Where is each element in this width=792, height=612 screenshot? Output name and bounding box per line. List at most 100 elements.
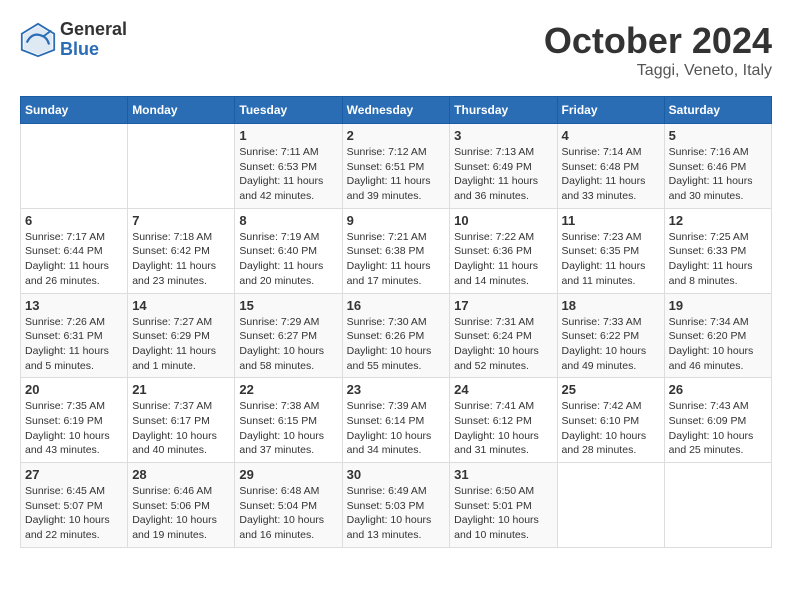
day-number: 6 <box>25 213 123 228</box>
day-number: 31 <box>454 467 552 482</box>
day-info: Sunrise: 7:42 AMSunset: 6:10 PMDaylight:… <box>562 399 660 458</box>
day-info: Sunrise: 7:38 AMSunset: 6:15 PMDaylight:… <box>239 399 337 458</box>
day-number: 26 <box>669 382 767 397</box>
day-number: 5 <box>669 128 767 143</box>
day-number: 7 <box>132 213 230 228</box>
day-number: 21 <box>132 382 230 397</box>
calendar-cell: 13 Sunrise: 7:26 AMSunset: 6:31 PMDayligh… <box>21 293 128 378</box>
calendar-cell: 19 Sunrise: 7:34 AMSunset: 6:20 PMDayligh… <box>664 293 771 378</box>
calendar-cell <box>557 463 664 548</box>
logo-general: General <box>60 20 127 40</box>
day-info: Sunrise: 7:29 AMSunset: 6:27 PMDaylight:… <box>239 315 337 374</box>
week-row-2: 6 Sunrise: 7:17 AMSunset: 6:44 PMDaylight… <box>21 208 772 293</box>
day-info: Sunrise: 7:11 AMSunset: 6:53 PMDaylight:… <box>239 145 337 204</box>
calendar-cell <box>128 124 235 209</box>
calendar-cell: 7 Sunrise: 7:18 AMSunset: 6:42 PMDaylight… <box>128 208 235 293</box>
title-section: October 2024 Taggi, Veneto, Italy <box>544 20 772 80</box>
day-info: Sunrise: 6:45 AMSunset: 5:07 PMDaylight:… <box>25 484 123 543</box>
day-number: 22 <box>239 382 337 397</box>
weekday-header-wednesday: Wednesday <box>342 97 450 124</box>
calendar-cell: 16 Sunrise: 7:30 AMSunset: 6:26 PMDayligh… <box>342 293 450 378</box>
calendar-cell: 24Sunrise: 7:41 AMSunset: 6:12 PMDayligh… <box>450 378 557 463</box>
calendar-cell: 10 Sunrise: 7:22 AMSunset: 6:36 PMDayligh… <box>450 208 557 293</box>
calendar-cell: 14Sunrise: 7:27 AMSunset: 6:29 PMDayligh… <box>128 293 235 378</box>
day-number: 8 <box>239 213 337 228</box>
calendar-cell: 29 Sunrise: 6:48 AMSunset: 5:04 PMDayligh… <box>235 463 342 548</box>
weekday-header-row: SundayMondayTuesdayWednesdayThursdayFrid… <box>21 97 772 124</box>
day-number: 28 <box>132 467 230 482</box>
logo-blue: Blue <box>60 40 127 60</box>
day-number: 30 <box>347 467 446 482</box>
calendar-cell: 20 Sunrise: 7:35 AMSunset: 6:19 PMDayligh… <box>21 378 128 463</box>
week-row-1: 1Sunrise: 7:11 AMSunset: 6:53 PMDaylight… <box>21 124 772 209</box>
day-info: Sunrise: 7:34 AMSunset: 6:20 PMDaylight:… <box>669 315 767 374</box>
day-info: Sunrise: 7:31 AMSunset: 6:24 PMDaylight:… <box>454 315 552 374</box>
calendar-cell: 18 Sunrise: 7:33 AMSunset: 6:22 PMDayligh… <box>557 293 664 378</box>
day-info: Sunrise: 7:18 AMSunset: 6:42 PMDaylight:… <box>132 230 230 289</box>
calendar-cell: 2Sunrise: 7:12 AMSunset: 6:51 PMDaylight… <box>342 124 450 209</box>
day-info: Sunrise: 6:48 AMSunset: 5:04 PMDaylight:… <box>239 484 337 543</box>
calendar-cell: 23Sunrise: 7:39 AMSunset: 6:14 PMDayligh… <box>342 378 450 463</box>
weekday-header-sunday: Sunday <box>21 97 128 124</box>
day-info: Sunrise: 7:35 AMSunset: 6:19 PMDaylight:… <box>25 399 123 458</box>
calendar-cell: 26 Sunrise: 7:43 AMSunset: 6:09 PMDayligh… <box>664 378 771 463</box>
weekday-header-thursday: Thursday <box>450 97 557 124</box>
logo: General Blue <box>20 20 127 60</box>
calendar-cell: 27Sunrise: 6:45 AMSunset: 5:07 PMDayligh… <box>21 463 128 548</box>
day-info: Sunrise: 7:43 AMSunset: 6:09 PMDaylight:… <box>669 399 767 458</box>
day-number: 24 <box>454 382 552 397</box>
day-info: Sunrise: 7:19 AMSunset: 6:40 PMDaylight:… <box>239 230 337 289</box>
day-info: Sunrise: 7:25 AMSunset: 6:33 PMDaylight:… <box>669 230 767 289</box>
day-info: Sunrise: 6:46 AMSunset: 5:06 PMDaylight:… <box>132 484 230 543</box>
day-info: Sunrise: 7:22 AMSunset: 6:36 PMDaylight:… <box>454 230 552 289</box>
day-number: 18 <box>562 298 660 313</box>
week-row-3: 13 Sunrise: 7:26 AMSunset: 6:31 PMDayligh… <box>21 293 772 378</box>
day-number: 3 <box>454 128 552 143</box>
week-row-4: 20 Sunrise: 7:35 AMSunset: 6:19 PMDayligh… <box>21 378 772 463</box>
day-info: Sunrise: 7:37 AMSunset: 6:17 PMDaylight:… <box>132 399 230 458</box>
page-header: General Blue October 2024 Taggi, Veneto,… <box>20 20 772 80</box>
logo-icon <box>20 22 56 58</box>
day-info: Sunrise: 7:33 AMSunset: 6:22 PMDaylight:… <box>562 315 660 374</box>
calendar-cell: 22 Sunrise: 7:38 AMSunset: 6:15 PMDayligh… <box>235 378 342 463</box>
day-info: Sunrise: 7:26 AMSunset: 6:31 PMDaylight:… <box>25 315 123 374</box>
calendar-cell: 30 Sunrise: 6:49 AMSunset: 5:03 PMDayligh… <box>342 463 450 548</box>
week-row-5: 27Sunrise: 6:45 AMSunset: 5:07 PMDayligh… <box>21 463 772 548</box>
day-number: 10 <box>454 213 552 228</box>
day-info: Sunrise: 7:14 AMSunset: 6:48 PMDaylight:… <box>562 145 660 204</box>
day-number: 23 <box>347 382 446 397</box>
day-number: 14 <box>132 298 230 313</box>
day-number: 13 <box>25 298 123 313</box>
calendar-cell: 17 Sunrise: 7:31 AMSunset: 6:24 PMDayligh… <box>450 293 557 378</box>
day-info: Sunrise: 7:23 AMSunset: 6:35 PMDaylight:… <box>562 230 660 289</box>
calendar-cell: 25 Sunrise: 7:42 AMSunset: 6:10 PMDayligh… <box>557 378 664 463</box>
day-number: 11 <box>562 213 660 228</box>
calendar-cell <box>664 463 771 548</box>
day-info: Sunrise: 7:16 AMSunset: 6:46 PMDaylight:… <box>669 145 767 204</box>
day-number: 19 <box>669 298 767 313</box>
calendar-cell: 31 Sunrise: 6:50 AMSunset: 5:01 PMDayligh… <box>450 463 557 548</box>
day-number: 20 <box>25 382 123 397</box>
day-info: Sunrise: 7:17 AMSunset: 6:44 PMDaylight:… <box>25 230 123 289</box>
day-number: 17 <box>454 298 552 313</box>
weekday-header-friday: Friday <box>557 97 664 124</box>
location: Taggi, Veneto, Italy <box>544 62 772 80</box>
day-number: 2 <box>347 128 446 143</box>
logo-text: General Blue <box>60 20 127 60</box>
day-number: 29 <box>239 467 337 482</box>
day-info: Sunrise: 7:30 AMSunset: 6:26 PMDaylight:… <box>347 315 446 374</box>
calendar-cell: 6 Sunrise: 7:17 AMSunset: 6:44 PMDaylight… <box>21 208 128 293</box>
calendar-cell: 1Sunrise: 7:11 AMSunset: 6:53 PMDaylight… <box>235 124 342 209</box>
calendar-cell: 11 Sunrise: 7:23 AMSunset: 6:35 PMDayligh… <box>557 208 664 293</box>
weekday-header-saturday: Saturday <box>664 97 771 124</box>
day-number: 25 <box>562 382 660 397</box>
day-number: 16 <box>347 298 446 313</box>
calendar-cell: 12 Sunrise: 7:25 AMSunset: 6:33 PMDayligh… <box>664 208 771 293</box>
day-info: Sunrise: 6:50 AMSunset: 5:01 PMDaylight:… <box>454 484 552 543</box>
day-info: Sunrise: 6:49 AMSunset: 5:03 PMDaylight:… <box>347 484 446 543</box>
day-number: 15 <box>239 298 337 313</box>
month-title: October 2024 <box>544 20 772 62</box>
calendar-cell: 8 Sunrise: 7:19 AMSunset: 6:40 PMDaylight… <box>235 208 342 293</box>
day-number: 12 <box>669 213 767 228</box>
calendar-cell: 21 Sunrise: 7:37 AMSunset: 6:17 PMDayligh… <box>128 378 235 463</box>
